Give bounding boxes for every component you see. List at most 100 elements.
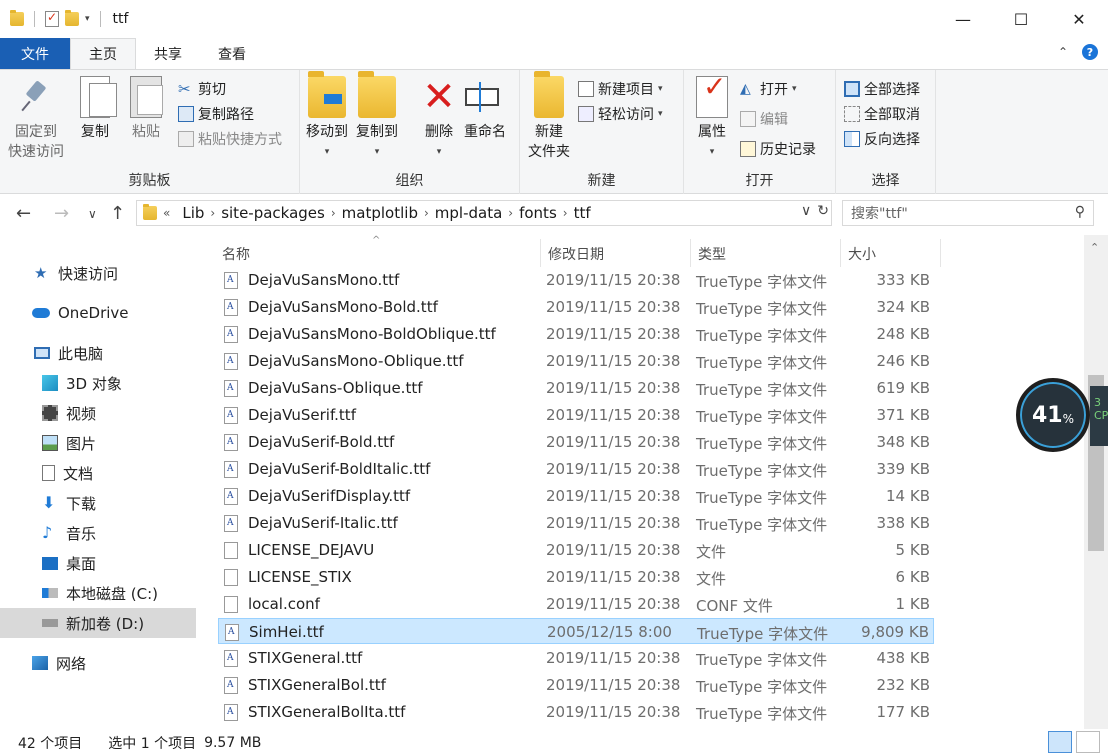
help-icon[interactable]: ? — [1082, 44, 1098, 60]
sidebar-item-desktop[interactable]: 桌面 — [0, 548, 196, 578]
sidebar-item-documents[interactable]: 文档 — [0, 458, 196, 488]
vertical-scrollbar[interactable]: ⌃ — [1084, 235, 1108, 729]
paste-shortcut-button[interactable]: 粘贴快捷方式 — [178, 128, 282, 150]
table-row[interactable]: DejaVuSerif-BoldItalic.ttf 2019/11/15 20:… — [218, 456, 934, 482]
select-all-button[interactable]: 全部选择 — [844, 78, 920, 100]
search-icon[interactable]: ⚲ — [1075, 204, 1085, 220]
tab-share[interactable]: 共享 — [136, 38, 200, 69]
recent-locations-chevron-icon[interactable]: ∨ — [88, 207, 97, 221]
table-row[interactable]: STIXGeneral.ttf 2019/11/15 20:38 TrueType … — [218, 645, 934, 671]
properties-icon[interactable] — [45, 10, 59, 27]
table-row[interactable]: DejaVuSans-Oblique.ttf 2019/11/15 20:38 Tr… — [218, 375, 934, 401]
table-row[interactable]: DejaVuSerifDisplay.ttf 2019/11/15 20:38 Tr… — [218, 483, 934, 509]
history-button[interactable]: 历史记录 — [740, 138, 816, 160]
close-button[interactable]: ✕ — [1050, 0, 1108, 38]
column-header-date[interactable]: 修改日期 — [548, 239, 604, 269]
sidebar-item-network[interactable]: 网络 — [0, 648, 196, 678]
properties-button[interactable]: 属性 ▾ — [696, 76, 728, 162]
minimize-button[interactable]: — — [934, 0, 992, 38]
breadcrumb-chevron-icon[interactable]: › — [424, 206, 429, 220]
move-to-button[interactable]: 移动到 ▾ — [306, 71, 348, 162]
edit-button[interactable]: 编辑 — [740, 108, 788, 130]
invert-selection-button[interactable]: 反向选择 — [844, 128, 920, 150]
new-item-button[interactable]: 新建项目 ▾ — [578, 78, 663, 100]
breadcrumb-fonts[interactable]: fonts — [519, 204, 557, 222]
breadcrumb-overflow[interactable]: « — [163, 206, 170, 220]
copy-path-button[interactable]: 复制路径 — [178, 103, 254, 125]
tab-file[interactable]: 文件 — [0, 38, 70, 69]
copy-button[interactable]: 复制 — [80, 76, 117, 142]
table-row[interactable]: DejaVuSerif-Italic.ttf 2019/11/15 20:38 Tr… — [218, 510, 934, 536]
breadcrumb-chevron-icon[interactable]: › — [508, 206, 513, 220]
chevron-up-icon[interactable]: ⌃ — [1058, 45, 1068, 59]
breadcrumb-chevron-icon[interactable]: › — [331, 206, 336, 220]
table-row[interactable]: local.conf 2019/11/15 20:38 CONF 文件 1 KB — [218, 591, 934, 617]
sidebar-item-music[interactable]: ♪ 音乐 — [0, 518, 196, 548]
large-icons-view-button[interactable] — [1076, 731, 1100, 753]
breadcrumb-site-packages[interactable]: site-packages — [221, 204, 325, 222]
up-arrow-icon[interactable]: ↑ — [110, 203, 125, 224]
breadcrumb-chevron-icon[interactable]: › — [210, 206, 215, 220]
forward-arrow-icon[interactable]: → — [54, 203, 69, 224]
new-folder-button[interactable]: 新建 文件夹 — [528, 71, 570, 162]
sidebar-item-downloads[interactable]: ⬇ 下载 — [0, 488, 196, 518]
customize-toolbar-chevron-icon[interactable]: ▾ — [85, 14, 90, 24]
pin-to-quick-access-button[interactable]: 固定到 快速访问 — [8, 76, 64, 162]
sidebar-item-local-disk-c[interactable]: 本地磁盘 (C:) — [0, 578, 196, 608]
column-divider[interactable] — [940, 239, 941, 267]
tab-view[interactable]: 查看 — [200, 38, 264, 69]
sidebar-item-pictures[interactable]: 图片 — [0, 428, 196, 458]
column-divider[interactable] — [690, 239, 691, 267]
maximize-button[interactable]: ☐ — [992, 0, 1050, 38]
file-date: 2019/11/15 20:38 — [546, 406, 681, 424]
table-row[interactable]: DejaVuSansMono-BoldOblique.ttf 2019/11/15… — [218, 321, 934, 347]
table-row[interactable]: DejaVuSerif.ttf 2019/11/15 20:38 TrueType … — [218, 402, 934, 428]
column-divider[interactable] — [840, 239, 841, 267]
sidebar-item-quick-access[interactable]: ★ 快速访问 — [0, 258, 196, 288]
tab-home[interactable]: 主页 — [70, 38, 136, 69]
breadcrumb-matplotlib[interactable]: matplotlib — [342, 204, 418, 222]
new-folder-icon[interactable] — [65, 10, 79, 26]
table-row-selected[interactable]: SimHei.ttf 2005/12/15 8:00 TrueType 字体文件 9,… — [218, 618, 934, 644]
table-row[interactable]: STIXGeneralBolIta.ttf 2019/11/15 20:38 Tru… — [218, 699, 934, 725]
back-arrow-icon[interactable]: ← — [16, 203, 31, 224]
breadcrumb-ttf[interactable]: ttf — [574, 204, 591, 222]
column-header-name[interactable]: 名称 — [222, 239, 250, 269]
cpu-usage-gauge[interactable]: 41 % — [1016, 378, 1090, 452]
open-button[interactable]: ◭ 打开 ▾ — [740, 78, 797, 100]
address-bar[interactable]: « Lib › site-packages › matplotlib › mpl… — [136, 200, 832, 226]
breadcrumb-lib[interactable]: Lib — [182, 204, 204, 222]
details-view-button[interactable] — [1048, 731, 1072, 753]
sidebar-item-onedrive[interactable]: OneDrive — [0, 298, 196, 328]
sidebar-item-label: 图片 — [66, 434, 97, 453]
paste-button[interactable]: 粘贴 — [130, 76, 163, 142]
column-header-type[interactable]: 类型 — [698, 239, 726, 269]
refresh-icon[interactable]: ↻ — [817, 203, 829, 219]
scroll-up-icon[interactable]: ⌃ — [1090, 241, 1099, 254]
sidebar-item-volume-d[interactable]: 新加卷 (D:) — [0, 608, 196, 638]
sidebar-item-3d-objects[interactable]: 3D 对象 — [0, 368, 196, 398]
table-row[interactable]: LICENSE_STIX 2019/11/15 20:38 文件 6 KB — [218, 564, 934, 590]
rename-button[interactable]: 重命名 — [464, 76, 506, 142]
search-box[interactable]: 搜索"ttf" ⚲ — [842, 200, 1094, 226]
table-row[interactable]: DejaVuSansMono-Oblique.ttf 2019/11/15 20:… — [218, 348, 934, 374]
address-dropdown-chevron-icon[interactable]: ∨ — [801, 203, 811, 219]
breadcrumb-chevron-icon[interactable]: › — [563, 206, 568, 220]
select-none-button[interactable]: 全部取消 — [844, 103, 920, 125]
easy-access-button[interactable]: 轻松访问 ▾ — [578, 103, 663, 125]
cut-button[interactable]: ✂ 剪切 — [178, 78, 226, 100]
copy-icon — [80, 76, 117, 118]
table-row[interactable]: DejaVuSansMono-Bold.ttf 2019/11/15 20:38 T… — [218, 294, 934, 320]
column-divider[interactable] — [540, 239, 541, 267]
column-header-size[interactable]: 大小 — [848, 239, 876, 269]
table-row[interactable]: STIXGeneralBol.ttf 2019/11/15 20:38 TrueTy… — [218, 672, 934, 698]
font-file-icon — [224, 704, 238, 721]
sidebar-item-this-pc[interactable]: 此电脑 — [0, 338, 196, 368]
table-row[interactable]: DejaVuSerif-Bold.ttf 2019/11/15 20:38 True… — [218, 429, 934, 455]
delete-button[interactable]: ✕ 删除 ▾ — [420, 76, 458, 162]
sidebar-item-videos[interactable]: 视频 — [0, 398, 196, 428]
copy-to-button[interactable]: 复制到 ▾ — [356, 71, 398, 162]
table-row[interactable]: DejaVuSansMono.ttf 2019/11/15 20:38 TrueTy… — [218, 267, 934, 293]
breadcrumb-mpl-data[interactable]: mpl-data — [435, 204, 503, 222]
table-row[interactable]: LICENSE_DEJAVU 2019/11/15 20:38 文件 5 KB — [218, 537, 934, 563]
